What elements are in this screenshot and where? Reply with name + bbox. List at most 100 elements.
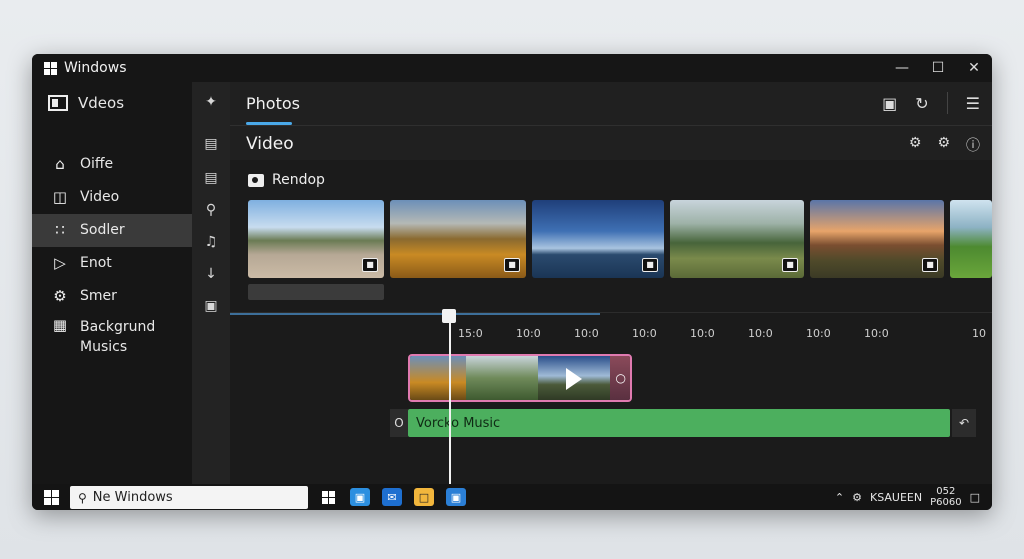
ruler-progress <box>230 313 600 315</box>
tab-photos[interactable]: Photos <box>246 94 300 113</box>
taskbar-search-text: Ne Windows <box>92 490 173 505</box>
sidebar-item-label: Backgrund Musics <box>80 319 156 355</box>
sidebar-item-background-music[interactable]: ▦ Backgrund Musics <box>32 313 192 369</box>
media-library: Rendop ■ ■ ■ ■ ■ <box>230 160 992 312</box>
blocks-icon: ▦ <box>52 316 68 334</box>
video-clip[interactable]: ○ <box>408 354 632 402</box>
tick-label: 10:0 <box>516 327 541 340</box>
download-icon[interactable]: ↓ <box>192 262 230 286</box>
tray-label: KSAUEEN <box>870 490 923 504</box>
thumbnail-sunset-tower[interactable]: ■ <box>810 200 944 278</box>
playhead-handle[interactable] <box>442 309 456 323</box>
file-explorer-icon[interactable]: □ <box>414 488 434 506</box>
timeline: 15:0 10:0 10:0 10:0 10:0 10:0 10:0 10:0 … <box>230 309 992 485</box>
search-icon: ⚲ <box>78 490 87 505</box>
document-icon[interactable]: ▤ <box>192 166 230 190</box>
sidebar-item-label: Sodler <box>80 222 125 238</box>
sidebar-item-label: Video <box>80 189 120 205</box>
playhead-line <box>449 313 451 485</box>
tick-label: 10:0 <box>574 327 599 340</box>
tick-label: 10:0 <box>632 327 657 340</box>
sidebar-header[interactable]: Vdeos <box>48 94 124 112</box>
sidebar-item-label: Smer <box>80 288 117 304</box>
effects-icon[interactable]: ⚙ <box>937 135 950 155</box>
minimize-button[interactable]: — <box>884 54 920 82</box>
audio-end-icon[interactable]: ↶ <box>952 409 976 437</box>
taskbar-search[interactable]: ⚲ Ne Windows <box>70 486 308 509</box>
sidebar-item-smer[interactable]: ⚙ Smer <box>32 280 192 313</box>
section-title: Video <box>246 134 294 154</box>
start-button[interactable] <box>44 489 59 505</box>
clip-badge-icon: ■ <box>642 258 658 272</box>
sidebar-item-home[interactable]: ⌂ Oiffe <box>32 148 192 181</box>
time-ruler[interactable]: 15:0 10:0 10:0 10:0 10:0 10:0 10:0 10:0 … <box>230 321 992 345</box>
play-icon[interactable] <box>566 368 582 390</box>
send-icon: ▷ <box>54 254 66 272</box>
thumbnail-green-hills[interactable] <box>950 200 992 278</box>
clip-badge-icon: ■ <box>922 258 938 272</box>
clip-frame <box>410 356 466 400</box>
tick-label: 10:0 <box>748 327 773 340</box>
media-label: Rendop <box>272 172 325 188</box>
sidebar-item-label: Enot <box>80 255 112 271</box>
tool-rail: ✦ ▤ ▤ ⚲ ♫ ↓ ▣ <box>192 82 230 484</box>
taskbar: ⚲ Ne Windows ▣ ✉ □ ▣ ⌃ ⚙ KSAUEEN 052 P60… <box>32 484 992 510</box>
notification-icon[interactable]: □ <box>970 491 980 504</box>
sub-header: Video ⚙ ⚙ ⓘ <box>230 126 992 160</box>
tick-label: 10:0 <box>864 327 889 340</box>
tray-settings-icon[interactable]: ⚙ <box>852 491 862 504</box>
app-icon[interactable]: ▣ <box>446 488 466 506</box>
audio-track-label: Vorcko Music <box>416 415 501 431</box>
search-icon[interactable]: ⚲ <box>192 198 230 222</box>
caption-icon[interactable]: ▤ <box>192 132 230 156</box>
thumbnail-blue-lake[interactable]: ■ <box>532 200 664 278</box>
store-icon[interactable]: ▣ <box>350 488 370 506</box>
bookmark-icon[interactable]: ▣ <box>192 294 230 318</box>
task-view-icon[interactable] <box>318 488 338 506</box>
clip-frame <box>466 356 538 400</box>
divider <box>946 92 948 114</box>
clock[interactable]: 052 P6060 <box>930 486 961 508</box>
tick-label: 10:0 <box>806 327 831 340</box>
title-bar: Windows — ☐ ✕ <box>32 54 992 82</box>
thumbnail-green-field-sculpture[interactable]: ■ <box>670 200 804 278</box>
clip-badge-icon: ■ <box>362 258 378 272</box>
sidebar-item-sodler[interactable]: ∷ Sodler <box>32 214 192 247</box>
app-window: Windows — ☐ ✕ Vdeos ⌂ Oiffe ◫ Video ∷ So… <box>32 54 992 510</box>
thumbnail-people-on-road[interactable]: ■ <box>248 200 384 278</box>
tick-label: 10:0 <box>690 327 715 340</box>
tick-label: 15:0 <box>458 327 483 340</box>
window-title: Windows <box>64 60 127 76</box>
edit-icon[interactable]: ✦ <box>192 90 230 114</box>
sidebar-item-label: Oiffe <box>80 156 114 172</box>
refresh-icon[interactable]: ↻ <box>915 94 928 114</box>
gear-icon: ⚙ <box>53 287 67 305</box>
sidebar-item-video[interactable]: ◫ Video <box>32 181 192 214</box>
sidebar: Vdeos ⌂ Oiffe ◫ Video ∷ Sodler ▷ Enot ⚙ … <box>32 82 192 484</box>
info-icon[interactable]: ⓘ <box>966 135 980 155</box>
main-panel: Photos ▣ ↻ ☰ Video ⚙ ⚙ ⓘ Rendop ■ ■ ■ ■ … <box>230 82 992 485</box>
videos-icon <box>48 95 68 111</box>
close-button[interactable]: ✕ <box>956 54 992 82</box>
thumbnail-autumn-castle[interactable]: ■ <box>390 200 526 278</box>
mail-icon[interactable]: ✉ <box>382 488 402 506</box>
clock-time: 052 <box>936 486 956 497</box>
settings-icon[interactable]: ⚙ <box>909 135 922 155</box>
audio-track[interactable]: Vorcko Music <box>408 409 950 437</box>
video-icon: ◫ <box>52 188 68 206</box>
sidebar-item-enot[interactable]: ▷ Enot <box>32 247 192 280</box>
sidebar-header-label: Vdeos <box>78 94 125 112</box>
maximize-button[interactable]: ☐ <box>920 54 956 82</box>
clip-badge-icon: ■ <box>782 258 798 272</box>
clip-badge-icon: ■ <box>504 258 520 272</box>
export-icon[interactable]: ▣ <box>882 94 897 114</box>
chevron-up-icon[interactable]: ⌃ <box>835 491 844 504</box>
windows-logo-icon <box>44 61 57 75</box>
clip-handle-icon[interactable]: ○ <box>616 371 626 385</box>
music-icon[interactable]: ♫ <box>192 230 230 254</box>
thumbnail-caption-bar <box>248 284 384 300</box>
tab-indicator <box>246 122 292 125</box>
home-icon: ⌂ <box>55 155 65 173</box>
camera-icon <box>248 173 264 187</box>
menu-icon[interactable]: ☰ <box>966 94 980 114</box>
